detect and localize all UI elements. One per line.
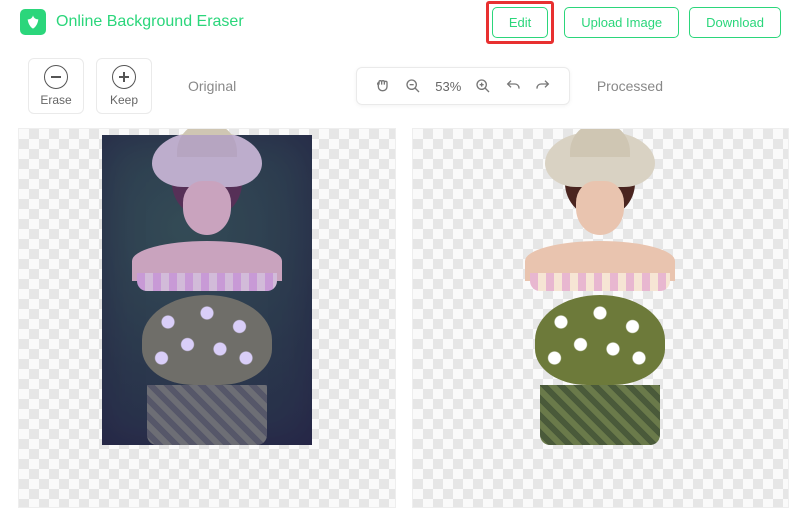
plus-icon [112,65,136,89]
selection-overlay [102,135,312,445]
original-label: Original [188,78,236,94]
zoom-in-icon[interactable] [475,78,491,94]
upload-image-button[interactable]: Upload Image [564,7,679,38]
original-image [102,135,312,445]
processed-panel[interactable] [412,128,790,508]
redo-icon[interactable] [535,78,551,94]
app-title: Online Background Eraser [56,13,244,31]
pan-icon[interactable] [375,78,391,94]
edit-highlight: Edit [486,1,554,44]
processed-label: Processed [597,78,663,94]
original-panel[interactable] [18,128,396,508]
edit-button[interactable]: Edit [492,7,548,38]
erase-tool-button[interactable]: Erase [28,58,84,114]
keep-label: Keep [110,93,138,107]
processed-image [495,135,705,445]
zoom-out-icon[interactable] [405,78,421,94]
zoom-toolbar: 53% [356,67,570,105]
app-logo [20,9,46,35]
zoom-value: 53% [435,79,461,94]
erase-label: Erase [40,93,71,107]
undo-icon[interactable] [505,78,521,94]
minus-icon [44,65,68,89]
keep-tool-button[interactable]: Keep [96,58,152,114]
download-button[interactable]: Download [689,7,781,38]
